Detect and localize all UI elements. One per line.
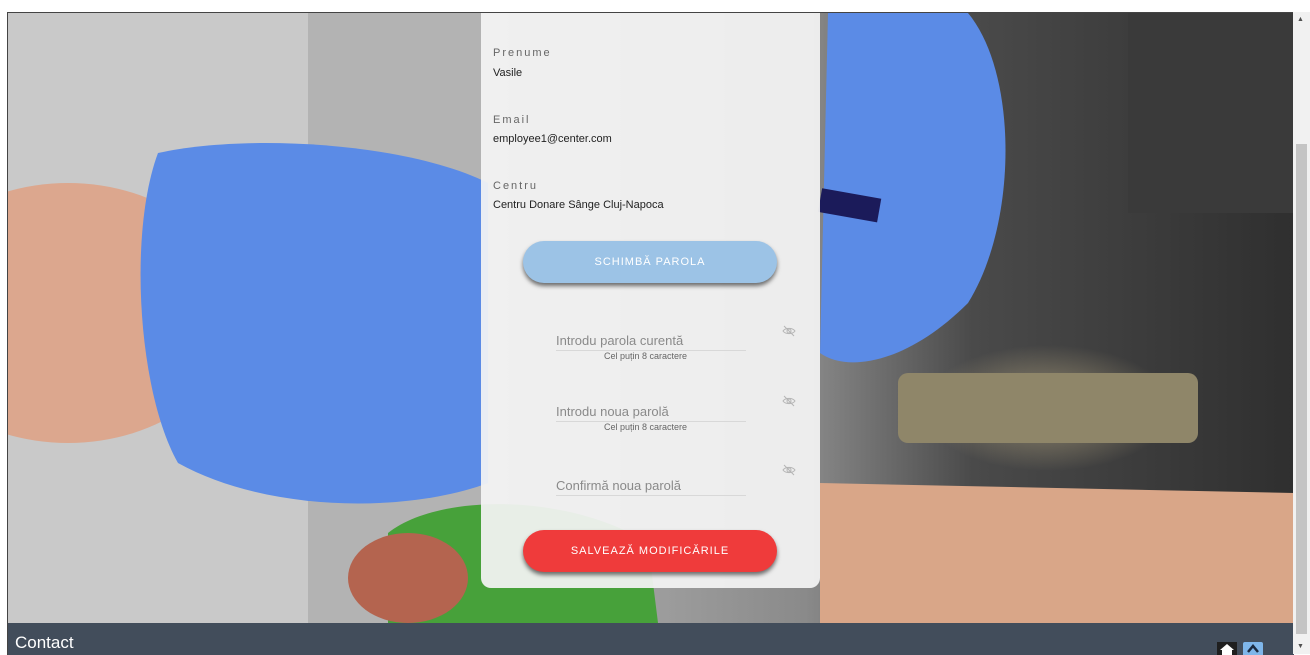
first-name-label: Prenume xyxy=(493,47,552,59)
profile-panel: Prenume Vasile Email employee1@center.co… xyxy=(481,13,820,588)
chevron-up-icon xyxy=(1247,644,1259,653)
new-password-field: Cel puțin 8 caractere xyxy=(556,404,776,432)
first-name-value: Vasile xyxy=(493,67,523,79)
scroll-up-arrow-icon[interactable]: ▲ xyxy=(1297,16,1304,24)
email-label: Email xyxy=(493,114,531,126)
footer: Contact xyxy=(8,623,1294,655)
current-password-hint: Cel puțin 8 caractere xyxy=(604,351,688,361)
eye-off-icon[interactable] xyxy=(782,463,796,477)
email-value: employee1@center.com xyxy=(493,133,612,145)
confirm-password-field xyxy=(556,478,776,496)
center-label: Centru xyxy=(493,180,539,192)
center-value: Centru Donare Sânge Cluj-Napoca xyxy=(493,199,664,211)
current-password-field: Cel puțin 8 caractere xyxy=(556,333,776,361)
eye-off-icon[interactable] xyxy=(782,324,796,338)
scroll-to-top-button[interactable] xyxy=(1243,642,1263,655)
footer-contact-title: Contact xyxy=(15,633,74,652)
current-password-input[interactable] xyxy=(556,333,746,351)
change-password-button[interactable]: SCHIMBĂ PAROLA xyxy=(523,241,777,283)
home-icon[interactable] xyxy=(1217,642,1237,655)
save-changes-button[interactable]: SALVEAZĂ MODIFICĂRILE xyxy=(523,530,777,572)
confirm-password-input[interactable] xyxy=(556,478,746,496)
new-password-hint: Cel puțin 8 caractere xyxy=(604,422,688,432)
scrollbar-thumb[interactable] xyxy=(1296,144,1307,634)
vertical-scrollbar[interactable]: ▲ ▼ xyxy=(1293,12,1310,654)
new-password-input[interactable] xyxy=(556,404,746,422)
eye-off-icon[interactable] xyxy=(782,394,796,408)
page-viewport: Prenume Vasile Email employee1@center.co… xyxy=(7,12,1294,655)
scroll-down-arrow-icon[interactable]: ▼ xyxy=(1297,643,1304,651)
